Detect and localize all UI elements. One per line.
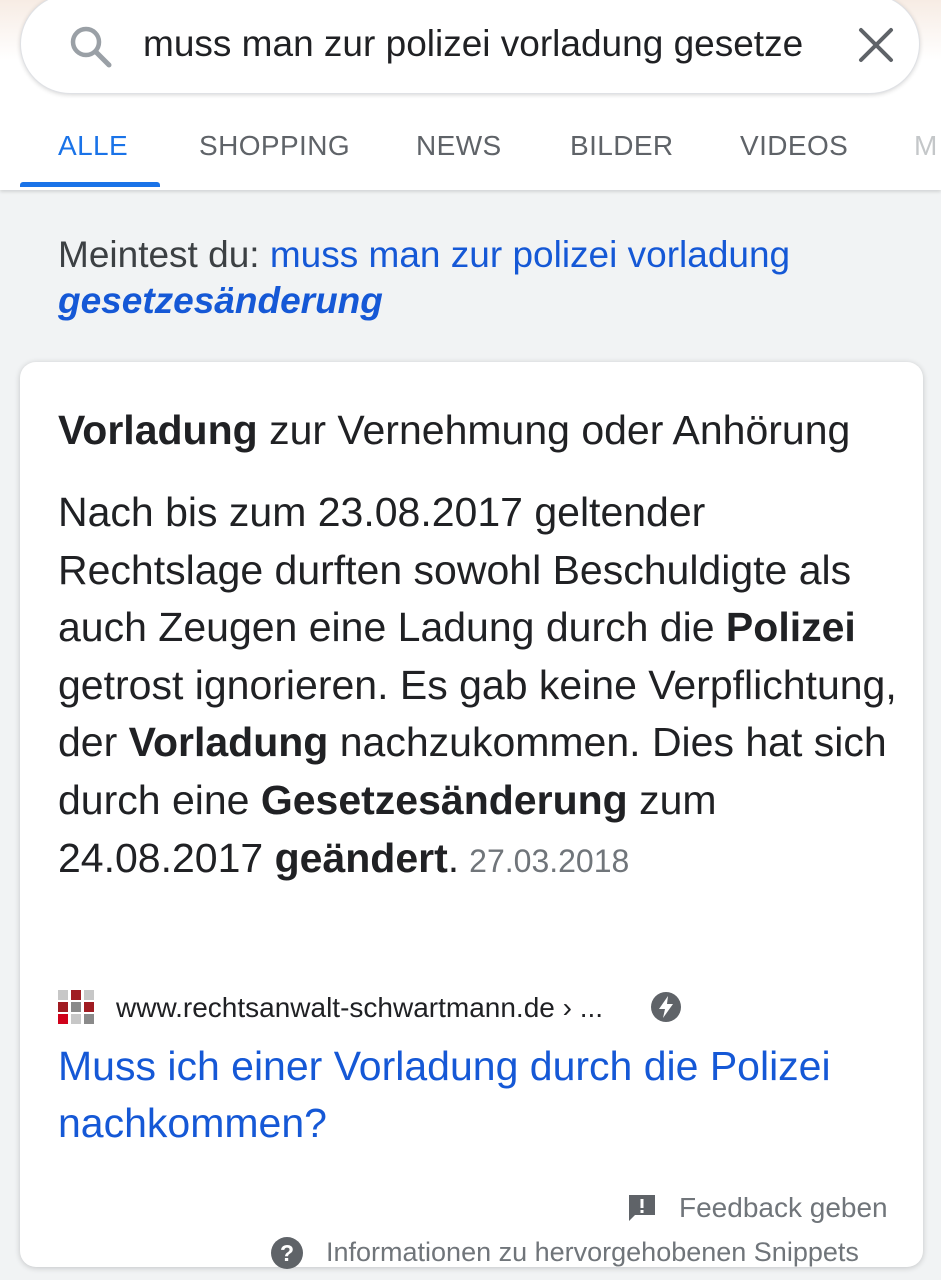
snippet-text-bold: Polizei [725,604,856,651]
tab-videos[interactable]: VIDEOS [740,110,848,184]
snippet-text-bold: Vorladung [128,719,329,766]
tab-news[interactable]: NEWS [416,110,502,184]
did-you-mean-correction[interactable]: gesetzesänderung [58,280,383,321]
amp-lightning-icon [651,992,681,1022]
search-results-page: muss man zur polizei vorladung gesetze A… [0,0,941,1280]
help-icon: ? [271,1237,303,1269]
snippet-title-rest: zur Vernehmung oder Anhörung [257,407,851,453]
search-bar[interactable]: muss man zur polizei vorladung gesetze [20,0,920,94]
snippet-body: Nach bis zum 23.08.2017 geltender Rechts… [58,484,908,890]
featured-snippet-card: Vorladung zur Vernehmung oder Anhörung N… [20,362,923,1270]
snippet-title: Vorladung zur Vernehmung oder Anhörung [58,406,898,454]
snippet-text-bold: Gesetzesänderung [260,776,628,823]
search-tabs: ALLE SHOPPING NEWS BILDER VIDEOS M [0,110,941,190]
snippet-title-bold: Vorladung [58,407,258,453]
feedback-icon [629,1195,655,1221]
close-icon[interactable] [856,25,896,65]
result-title-link[interactable]: Muss ich einer Vorladung durch die Poliz… [58,1038,908,1152]
tab-alle[interactable]: ALLE [58,110,128,184]
svg-text:?: ? [280,1240,294,1266]
search-icon[interactable] [67,23,115,71]
search-header: muss man zur polizei vorladung gesetze A… [0,0,941,190]
snippet-text: . [447,834,460,881]
search-input[interactable]: muss man zur polizei vorladung gesetze [143,19,833,69]
source-row[interactable]: www.rechtsanwalt-schwartmann.de › ... [58,990,898,1026]
source-url[interactable]: www.rechtsanwalt-schwartmann.de › ... [116,990,603,1026]
active-tab-indicator [20,182,160,187]
tab-more-partial[interactable]: M [914,110,938,184]
tab-shopping[interactable]: SHOPPING [199,110,350,184]
snippet-text-bold: geändert [274,834,448,881]
did-you-mean: Meintest du: muss man zur polizei vorlad… [58,232,898,324]
snippet-date: 27.03.2018 [469,842,630,879]
tab-bilder[interactable]: BILDER [570,110,674,184]
feedback-label[interactable]: Feedback geben [679,1190,888,1226]
did-you-mean-prefix: Meintest du: [58,234,260,275]
snippet-info-label[interactable]: Informationen zu hervorgehobenen Snippet… [326,1234,859,1270]
did-you-mean-link-text[interactable]: muss man zur polizei vorladung [270,234,790,275]
site-favicon-icon [58,990,94,1024]
